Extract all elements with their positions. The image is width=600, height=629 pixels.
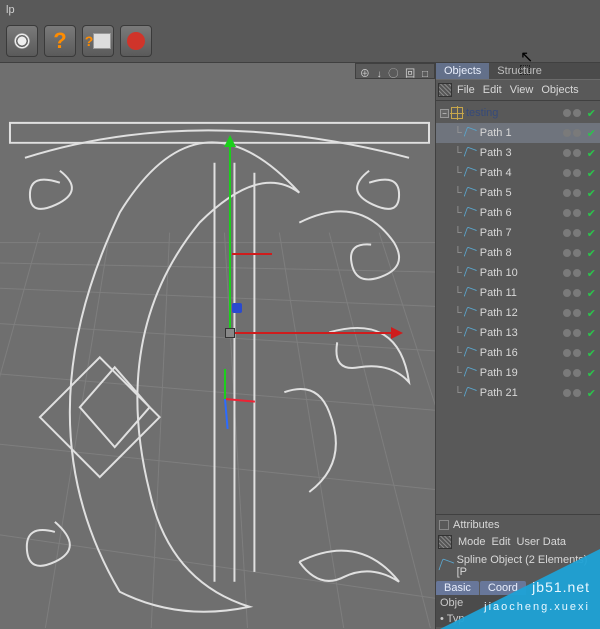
menu-view[interactable]: View <box>507 84 537 96</box>
attr-object-desc: Spline Object (2 Elements) [P <box>457 554 597 578</box>
toolbar-help-button[interactable]: ? <box>44 25 76 57</box>
tree-item[interactable]: └Path 8✔ <box>436 243 600 263</box>
gizmo-origin[interactable] <box>225 328 235 338</box>
tree-item-label: Path 10 <box>480 267 563 279</box>
attributes-title: Attributes <box>453 519 499 531</box>
tree-item-label: Path 21 <box>480 387 563 399</box>
spline-icon <box>464 207 477 220</box>
tab-objects[interactable]: Objects <box>436 63 489 79</box>
object-tree[interactable]: − testing ✔ └Path 1✔└Path 3✔└Path 4✔└Pat… <box>436 101 600 514</box>
attr-options-icon[interactable] <box>438 535 452 549</box>
menu-objects[interactable]: Objects <box>538 84 581 96</box>
spline-icon <box>464 367 477 380</box>
spline-icon <box>464 187 477 200</box>
spline-icon <box>464 167 477 180</box>
tree-item[interactable]: └Path 12✔ <box>436 303 600 323</box>
spline-icon <box>464 247 477 260</box>
tree-item-label: Path 13 <box>480 327 563 339</box>
tree-item-label: Path 5 <box>480 187 563 199</box>
menu-file[interactable]: File <box>454 84 478 96</box>
spline-icon <box>464 267 477 280</box>
panel-options-icon[interactable] <box>438 83 452 97</box>
attr-collapse-toggle[interactable] <box>439 520 449 530</box>
attr-tab-coord[interactable]: Coord <box>480 581 526 595</box>
question-icon: ? <box>53 28 66 54</box>
tree-item[interactable]: └Path 4✔ <box>436 163 600 183</box>
tree-item[interactable]: └Path 6✔ <box>436 203 600 223</box>
axis-xz-plane-handle[interactable] <box>232 253 272 255</box>
attr-type-row: • Typ <box>436 611 600 627</box>
question-small-icon: ? <box>85 33 94 49</box>
visibility-check-icon[interactable]: ✔ <box>587 287 596 300</box>
tree-item[interactable]: └Path 21✔ <box>436 383 600 403</box>
tree-item[interactable]: └Path 5✔ <box>436 183 600 203</box>
tree-item-label: Path 6 <box>480 207 563 219</box>
visibility-check-icon[interactable]: ✔ <box>587 147 596 160</box>
visibility-check-icon[interactable]: ✔ <box>587 127 596 140</box>
axis-y-gizmo[interactable] <box>229 143 231 333</box>
viewport[interactable]: ⊕ ↓ ◯ 回 □ <box>0 63 436 629</box>
axis-x-gizmo[interactable] <box>235 332 395 334</box>
visibility-check-icon[interactable]: ✔ <box>587 347 596 360</box>
panel-tabs: Objects Structure <box>436 63 600 79</box>
tree-item[interactable]: └Path 13✔ <box>436 323 600 343</box>
menu-edit[interactable]: Edit <box>480 84 505 96</box>
visibility-check-icon[interactable]: ✔ <box>587 307 596 320</box>
spline-icon <box>464 287 477 300</box>
attr-tab-basic[interactable]: Basic <box>436 581 479 595</box>
visibility-check-icon[interactable]: ✔ <box>587 167 596 180</box>
visibility-check-icon[interactable]: ✔ <box>587 227 596 240</box>
collapse-icon[interactable]: − <box>440 109 449 118</box>
tree-item[interactable]: └Path 10✔ <box>436 263 600 283</box>
tree-item-label: Path 12 <box>480 307 563 319</box>
tree-item[interactable]: └Path 7✔ <box>436 223 600 243</box>
spline-icon <box>464 127 477 140</box>
toolbar-web-button[interactable] <box>120 25 152 57</box>
spline-icon <box>464 307 477 320</box>
objects-panel-menu: File Edit View Objects <box>436 79 600 101</box>
globe-icon <box>127 32 145 50</box>
visibility-check-icon[interactable]: ✔ <box>587 207 596 220</box>
cursor-icon <box>520 47 534 61</box>
tree-item-label: Path 1 <box>480 127 563 139</box>
tree-item[interactable]: └Path 16✔ <box>436 343 600 363</box>
tree-item-label: Path 8 <box>480 247 563 259</box>
spline-artwork <box>0 63 435 628</box>
calendar-icon <box>93 33 111 49</box>
visibility-check-icon[interactable]: ✔ <box>587 187 596 200</box>
axis-z-handle[interactable] <box>232 303 242 313</box>
tree-root-label[interactable]: testing <box>466 107 563 119</box>
tree-item-label: Path 4 <box>480 167 563 179</box>
tree-item-label: Path 3 <box>480 147 563 159</box>
tree-item-label: Path 11 <box>480 287 563 299</box>
attr-menu-edit[interactable]: Edit <box>492 536 511 548</box>
spline-icon <box>464 387 477 400</box>
tree-root-row[interactable]: − testing ✔ <box>436 103 600 123</box>
tree-item[interactable]: └Path 19✔ <box>436 363 600 383</box>
drag-ghost-icon <box>520 65 530 75</box>
visibility-check-icon[interactable]: ✔ <box>587 327 596 340</box>
visibility-check-icon[interactable]: ✔ <box>587 247 596 260</box>
toolbar-particles-button[interactable] <box>6 25 38 57</box>
visibility-check-icon[interactable]: ✔ <box>587 267 596 280</box>
spline-icon <box>464 347 477 360</box>
tree-item[interactable]: └Path 3✔ <box>436 143 600 163</box>
attr-menu-mode[interactable]: Mode <box>458 536 486 548</box>
spline-icon <box>464 147 477 160</box>
spline-icon <box>439 559 454 574</box>
spline-icon <box>464 327 477 340</box>
null-object-icon <box>451 107 463 119</box>
tree-item[interactable]: └Path 1✔ <box>436 123 600 143</box>
spline-icon <box>464 227 477 240</box>
tree-item[interactable]: └Path 11✔ <box>436 283 600 303</box>
tree-item-label: Path 16 <box>480 347 563 359</box>
attr-status-row: Obje <box>436 595 600 611</box>
tree-item-label: Path 7 <box>480 227 563 239</box>
attr-menu-userdata[interactable]: User Data <box>517 536 567 548</box>
visibility-check-icon[interactable]: ✔ <box>587 387 596 400</box>
tree-item-label: Path 19 <box>480 367 563 379</box>
visibility-check-icon[interactable]: ✔ <box>587 367 596 380</box>
menu-fragment: lp <box>6 4 15 16</box>
toolbar-schedule-button[interactable]: ? <box>82 25 114 57</box>
